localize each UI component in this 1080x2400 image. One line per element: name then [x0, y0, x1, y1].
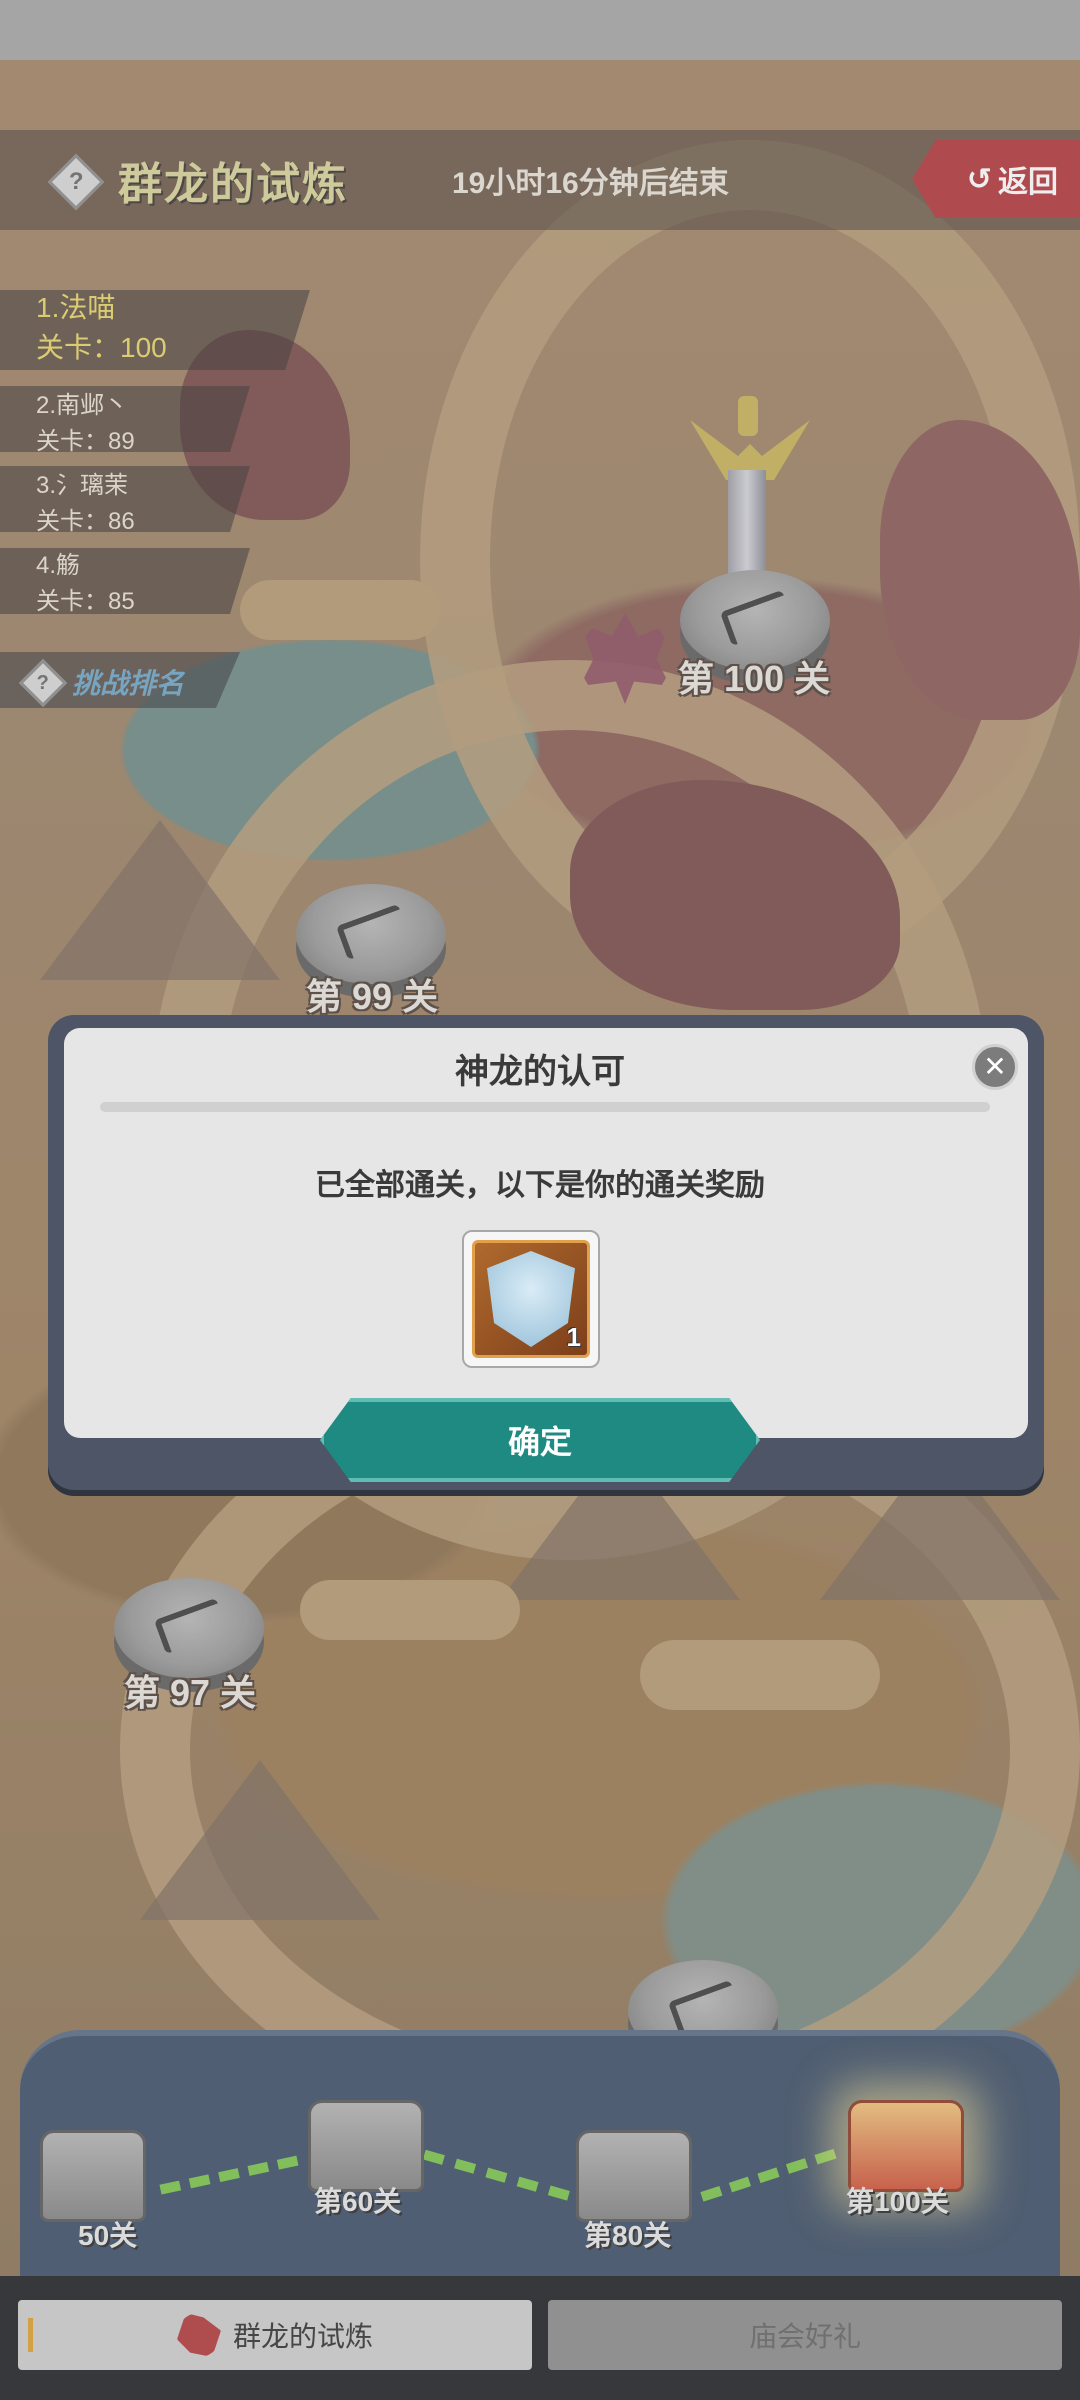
- close-icon: ✕: [983, 1051, 1007, 1082]
- guardian-spirit-icon: [487, 1251, 575, 1347]
- reward-item-frame: 1: [472, 1240, 590, 1358]
- confirm-button[interactable]: 确定: [320, 1398, 760, 1482]
- reward-item[interactable]: 1: [462, 1230, 600, 1368]
- dialog-message: 已全部通关，以下是你的通关奖励: [315, 1169, 765, 1202]
- confirm-label: 确定: [507, 1424, 572, 1460]
- dialog-title: 神龙的认可: [455, 1053, 625, 1091]
- dialog-divider: [100, 1102, 990, 1112]
- reward-count: 1: [566, 1322, 581, 1352]
- close-button[interactable]: ✕: [972, 1044, 1018, 1090]
